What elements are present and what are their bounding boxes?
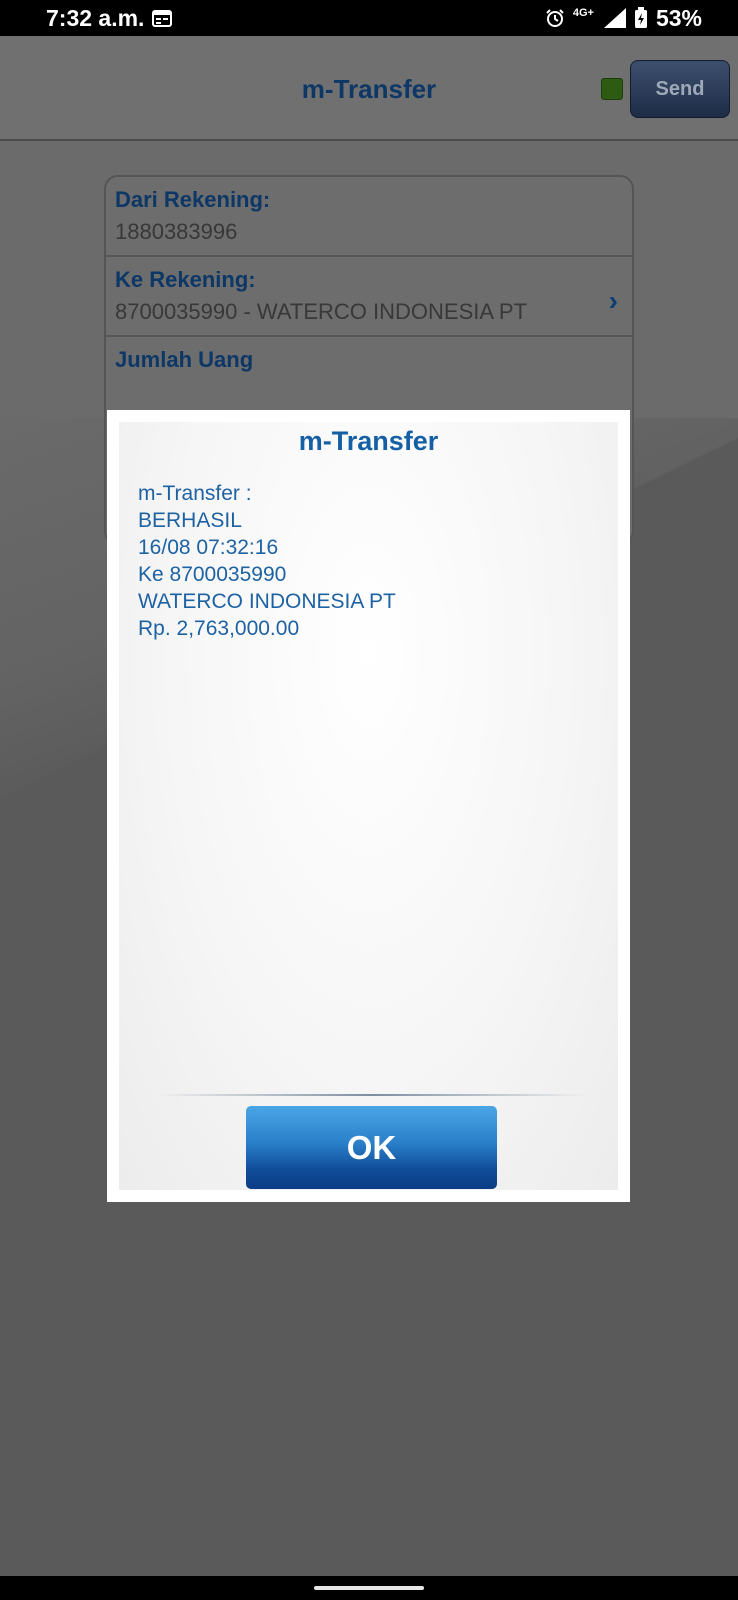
message-line: Ke 8700035990 bbox=[138, 563, 287, 586]
from-account-row[interactable]: Dari Rekening: 1880383996 bbox=[106, 177, 632, 257]
page-title: m-Transfer bbox=[301, 74, 437, 104]
calendar-icon bbox=[152, 9, 173, 27]
to-account-value: 8700035990 - WATERCO INDONESIA PT bbox=[115, 299, 528, 324]
result-dialog: m-Transfer m-Transfer : BERHASIL 16/08 0… bbox=[107, 410, 630, 1202]
dialog-divider bbox=[157, 1094, 587, 1096]
home-gesture-bar[interactable] bbox=[314, 1586, 424, 1590]
ok-button[interactable]: OK bbox=[246, 1106, 497, 1189]
to-account-row[interactable]: Ke Rekening: 8700035990 - WATERCO INDONE… bbox=[106, 257, 632, 337]
alarm-icon bbox=[545, 8, 565, 28]
from-account-value: 1880383996 bbox=[115, 219, 238, 244]
signal-icon bbox=[603, 8, 626, 28]
chevron-right-icon: › bbox=[608, 285, 618, 316]
message-line: Rp. 2,763,000.00 bbox=[138, 617, 300, 640]
status-left: 7:32 a.m. bbox=[46, 4, 173, 32]
send-button[interactable]: Send bbox=[630, 60, 730, 118]
message-line: BERHASIL bbox=[138, 509, 242, 532]
message-line: WATERCO INDONESIA PT bbox=[138, 590, 396, 613]
to-account-label: Ke Rekening: bbox=[115, 267, 256, 292]
battery-icon bbox=[634, 7, 648, 29]
status-indicator bbox=[601, 78, 623, 100]
message-line: 16/08 07:32:16 bbox=[138, 536, 279, 559]
app-header: m-Transfer Send bbox=[0, 36, 738, 141]
status-right: 4G+ 53% bbox=[545, 5, 702, 32]
from-account-label: Dari Rekening: bbox=[115, 187, 271, 212]
status-bar: 7:32 a.m. 4G+ 53% bbox=[0, 0, 738, 36]
network-type: 4G+ bbox=[572, 7, 594, 19]
message-line: m-Transfer : bbox=[138, 482, 252, 505]
battery-percent: 53% bbox=[655, 4, 702, 31]
dialog-title: m-Transfer bbox=[298, 426, 439, 456]
navigation-bar bbox=[0, 1576, 738, 1600]
dialog-message: m-Transfer : BERHASIL 16/08 07:32:16 Ke … bbox=[138, 480, 396, 642]
status-time: 7:32 a.m. bbox=[46, 4, 145, 31]
dialog-panel: m-Transfer m-Transfer : BERHASIL 16/08 0… bbox=[119, 422, 618, 1190]
amount-label: Jumlah Uang bbox=[115, 347, 254, 372]
